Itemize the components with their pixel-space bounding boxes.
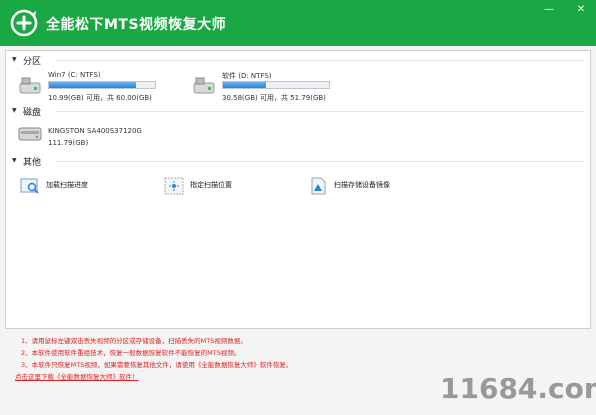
- tool-label: 加载扫描进度: [46, 181, 88, 189]
- load-scan-progress-button[interactable]: 加载扫描进度: [20, 175, 140, 199]
- drive-usage-bar: [222, 81, 330, 89]
- disk-size: 111.79(GB): [48, 139, 89, 147]
- title-bar: 全能松下MTS视频恢复大师 — ✕: [0, 0, 596, 46]
- drive-free-space: 10.99(GB) 可用，共 60.00(GB): [48, 94, 152, 102]
- scan-location-icon: [164, 177, 184, 195]
- specify-scan-location-button[interactable]: 指定扫描位置: [164, 175, 284, 199]
- hard-disk-icon[interactable]: [18, 125, 42, 143]
- app-title: 全能松下MTS视频恢复大师: [46, 17, 227, 33]
- scan-progress-icon: [20, 178, 39, 194]
- download-link[interactable]: 点击这里下载《全能数据恢复大师》软件！: [15, 371, 139, 381]
- section-label: 其他: [23, 158, 42, 168]
- section-partitions[interactable]: ▼ 分区: [6, 53, 590, 67]
- collapse-triangle-icon[interactable]: ▼: [12, 56, 17, 63]
- usb-drive-icon: [193, 77, 215, 94]
- scan-device-image-button[interactable]: 扫描存储设备镜像: [308, 175, 448, 199]
- main-panel: ▼ 分区 Win7 (C: NTFS) 10.99(GB) 可用，共 60.00…: [5, 50, 591, 329]
- drive-d[interactable]: 软件 (D: NTFS) 30.58(GB) 可用，共 51.79(GB): [192, 71, 352, 103]
- drive-usage-bar: [48, 81, 156, 89]
- divider: [56, 111, 584, 112]
- note-line: 3、本软件只恢复MTS视频，如果需要恢复其他文件，请使用《全能数据恢复大师》软件…: [21, 361, 293, 369]
- drive-usage-fill: [49, 82, 136, 88]
- section-disks[interactable]: ▼ 磁盘: [6, 104, 590, 118]
- collapse-triangle-icon[interactable]: ▼: [12, 157, 17, 164]
- divider: [56, 161, 584, 162]
- minimize-button[interactable]: —: [542, 4, 556, 16]
- note-line: 1、请用鼠标左键双击丢失视频的分区或存储设备，扫描丢失的MTS视频数据。: [21, 337, 247, 345]
- section-other[interactable]: ▼ 其他: [6, 154, 590, 168]
- app-logo-icon: [10, 9, 38, 37]
- collapse-triangle-icon[interactable]: ▼: [12, 107, 17, 114]
- close-button[interactable]: ✕: [574, 4, 588, 16]
- drive-name: 软件 (D: NTFS): [222, 72, 272, 80]
- note-line: 2、本软件使用软件重组技术，恢复一般数据恢复软件不能恢复的MTS视频。: [21, 349, 241, 357]
- device-image-icon: [311, 177, 326, 195]
- section-label: 分区: [23, 57, 42, 67]
- drive-usage-fill: [223, 82, 267, 88]
- drive-c[interactable]: Win7 (C: NTFS) 10.99(GB) 可用，共 60.00(GB): [18, 71, 178, 103]
- disk-name[interactable]: KINGSTON SA400S37120G: [48, 127, 142, 135]
- section-label: 磁盘: [23, 108, 42, 118]
- watermark: 11684.com: [440, 372, 596, 405]
- usb-drive-icon: [19, 77, 41, 94]
- divider: [56, 60, 584, 61]
- drive-free-space: 30.58(GB) 可用，共 51.79(GB): [222, 94, 326, 102]
- tool-label: 扫描存储设备镜像: [334, 181, 390, 189]
- tool-label: 指定扫描位置: [190, 181, 232, 189]
- drive-name: Win7 (C: NTFS): [48, 71, 101, 79]
